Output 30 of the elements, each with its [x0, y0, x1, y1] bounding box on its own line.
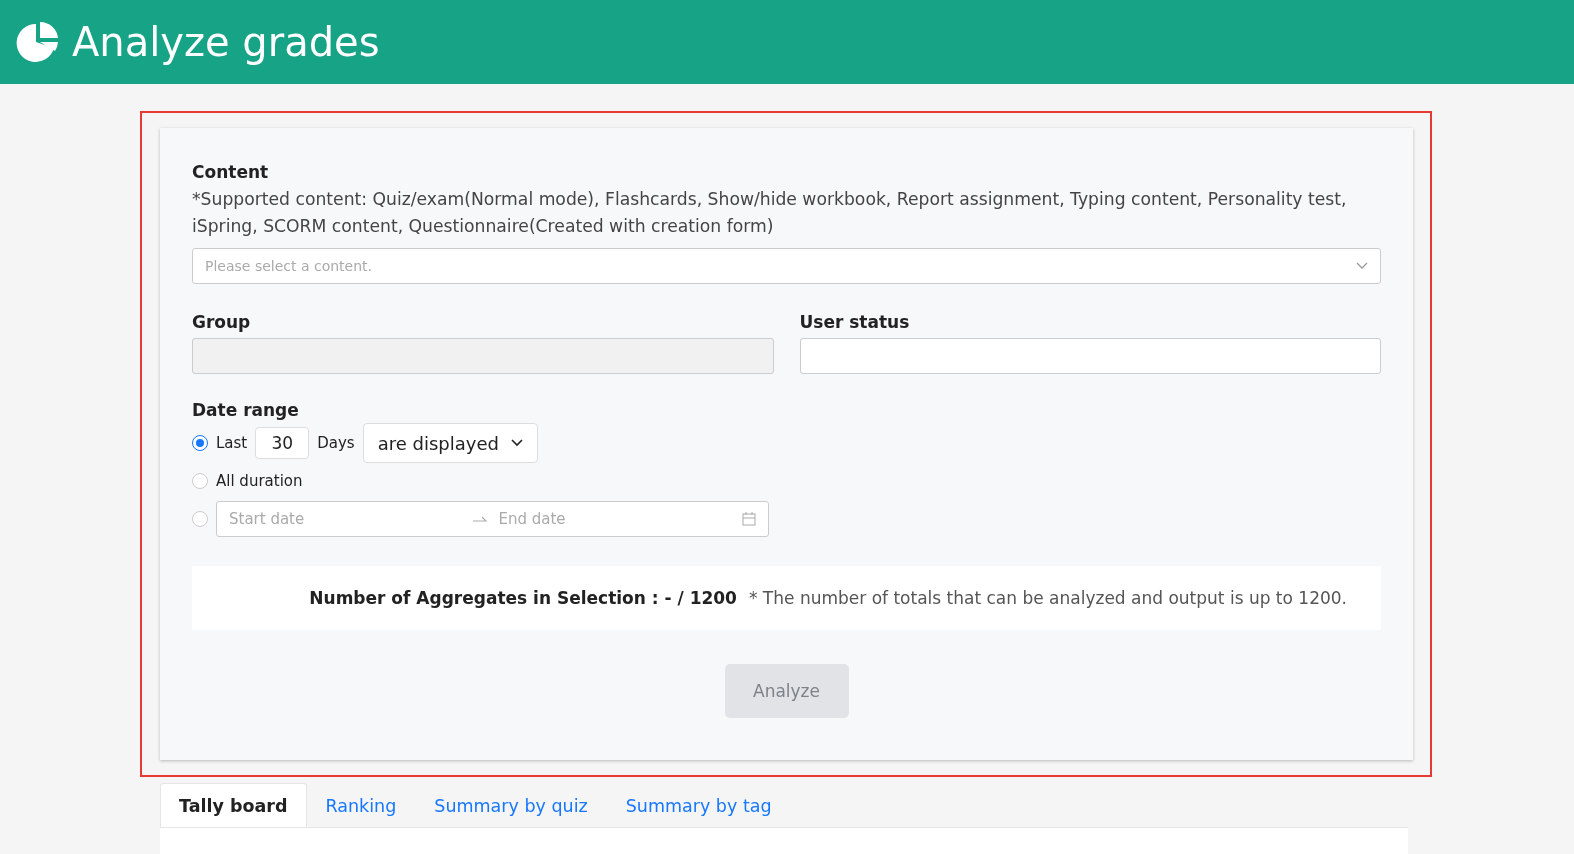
- field-label: Group: [192, 312, 252, 332]
- field-label: User status: [799, 312, 911, 332]
- aggregates-count: Number of Aggregates in Selection : - / 1200: [309, 588, 737, 608]
- tab[interactable]: Tally board: [160, 783, 307, 827]
- field-label: Date range: [192, 400, 300, 420]
- aggregates-note: * The number of totals that can be analyzed and output is up to 1200.: [748, 588, 1347, 608]
- chevron-down-icon: [510, 439, 523, 447]
- tab[interactable]: Summary by tag: [606, 783, 791, 827]
- supported-content-note: *Supported content: Quiz/exam(Normal mode), Flashcards, Show/hide workbook, Report assignment, Typing content, Personality test, iSpring, SCORM content, Questionnaire(Created with creation form): [192, 188, 1348, 238]
- tab[interactable]: Summary by quiz: [415, 783, 607, 827]
- field-label: Content: [192, 162, 270, 182]
- chevron-down-icon: [1356, 262, 1368, 270]
- radio-button[interactable]: [192, 473, 208, 489]
- unit-label: Days: [317, 434, 355, 452]
- pie-chart-icon: [16, 20, 60, 64]
- date-range-picker[interactable]: Start date End date: [216, 501, 769, 537]
- user-status-field[interactable]: [799, 338, 1381, 374]
- start-date-placeholder: Start date: [229, 510, 306, 528]
- radio-button[interactable]: [192, 435, 208, 451]
- radio-button[interactable]: [192, 511, 208, 527]
- display-dropdown[interactable]: are displayed: [362, 423, 538, 463]
- days-field[interactable]: 30: [255, 427, 310, 459]
- content-select[interactable]: Please select a content.: [192, 248, 1381, 284]
- tab[interactable]: Ranking: [306, 783, 416, 827]
- option-label: Last: [216, 434, 248, 452]
- calendar-icon: [742, 512, 756, 526]
- end-date-placeholder: End date: [498, 510, 567, 528]
- placeholder-text: Please select a content.: [205, 258, 372, 274]
- option-label: All duration: [216, 472, 303, 490]
- page-title: Analyze grades: [72, 19, 380, 65]
